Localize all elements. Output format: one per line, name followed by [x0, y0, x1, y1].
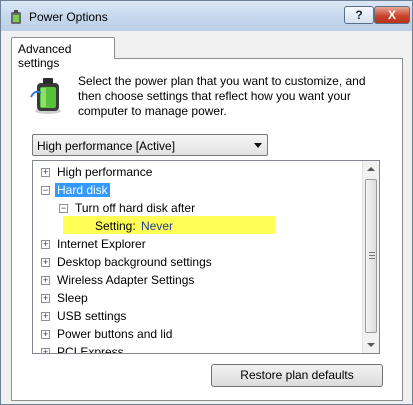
expand-icon[interactable]: + [41, 294, 50, 303]
settings-tree-content: + High performance − Hard disk − Turn of… [33, 161, 363, 354]
restore-plan-defaults-button[interactable]: Restore plan defaults [211, 364, 383, 387]
grip-line [369, 255, 375, 256]
expand-icon[interactable]: + [41, 168, 50, 177]
tree-item-label: Desktop background settings [57, 255, 212, 269]
tree-item-label: High performance [57, 165, 153, 179]
collapse-icon[interactable]: − [41, 186, 50, 195]
expand-icon[interactable]: + [41, 312, 50, 321]
tree-item-label: Power buttons and lid [57, 327, 173, 341]
expand-icon[interactable]: + [41, 330, 50, 339]
tree-item-label: Sleep [57, 291, 88, 305]
grip-line [369, 252, 375, 253]
settings-tree[interactable]: + High performance − Hard disk − Turn of… [32, 160, 380, 354]
tree-item-label: USB settings [57, 309, 127, 323]
tree-item-label: Internet Explorer [57, 237, 146, 251]
power-options-window: Power Options ? X Advanced settings Sele… [0, 0, 413, 405]
window-title: Power Options [29, 10, 108, 24]
expand-icon[interactable]: + [41, 240, 50, 249]
battery-icon [30, 78, 61, 114]
power-plan-dropdown[interactable]: High performance [Active] [32, 134, 268, 156]
power-options-icon [11, 10, 21, 24]
grip-line [369, 258, 375, 259]
tab-advanced-settings[interactable]: Advanced settings [11, 37, 115, 70]
chevron-down-icon[interactable] [254, 143, 262, 148]
collapse-icon[interactable]: − [59, 204, 68, 213]
power-plan-selected: High performance [Active] [37, 139, 176, 153]
scroll-up-icon[interactable] [367, 167, 375, 171]
scrollbar-thumb[interactable] [365, 179, 377, 333]
expand-icon[interactable]: + [41, 348, 50, 353]
scroll-down-icon[interactable] [367, 343, 375, 347]
setting-value[interactable]: Never [141, 219, 173, 233]
instructions-text: Select the power plan that you want to c… [78, 74, 366, 118]
tree-item-label: Hard disk [55, 183, 110, 197]
close-button[interactable]: X [374, 6, 410, 24]
tree-scrollbar[interactable] [362, 161, 379, 353]
tree-item-label: Wireless Adapter Settings [57, 273, 195, 287]
help-button[interactable]: ? [344, 6, 374, 24]
tree-item-label: Turn off hard disk after [75, 201, 196, 215]
expand-icon[interactable]: + [41, 276, 50, 285]
setting-label: Setting: [95, 219, 136, 233]
tree-item-label: PCI Express [57, 345, 124, 354]
expand-icon[interactable]: + [41, 258, 50, 267]
title-bar[interactable]: Power Options ? X [1, 1, 412, 31]
